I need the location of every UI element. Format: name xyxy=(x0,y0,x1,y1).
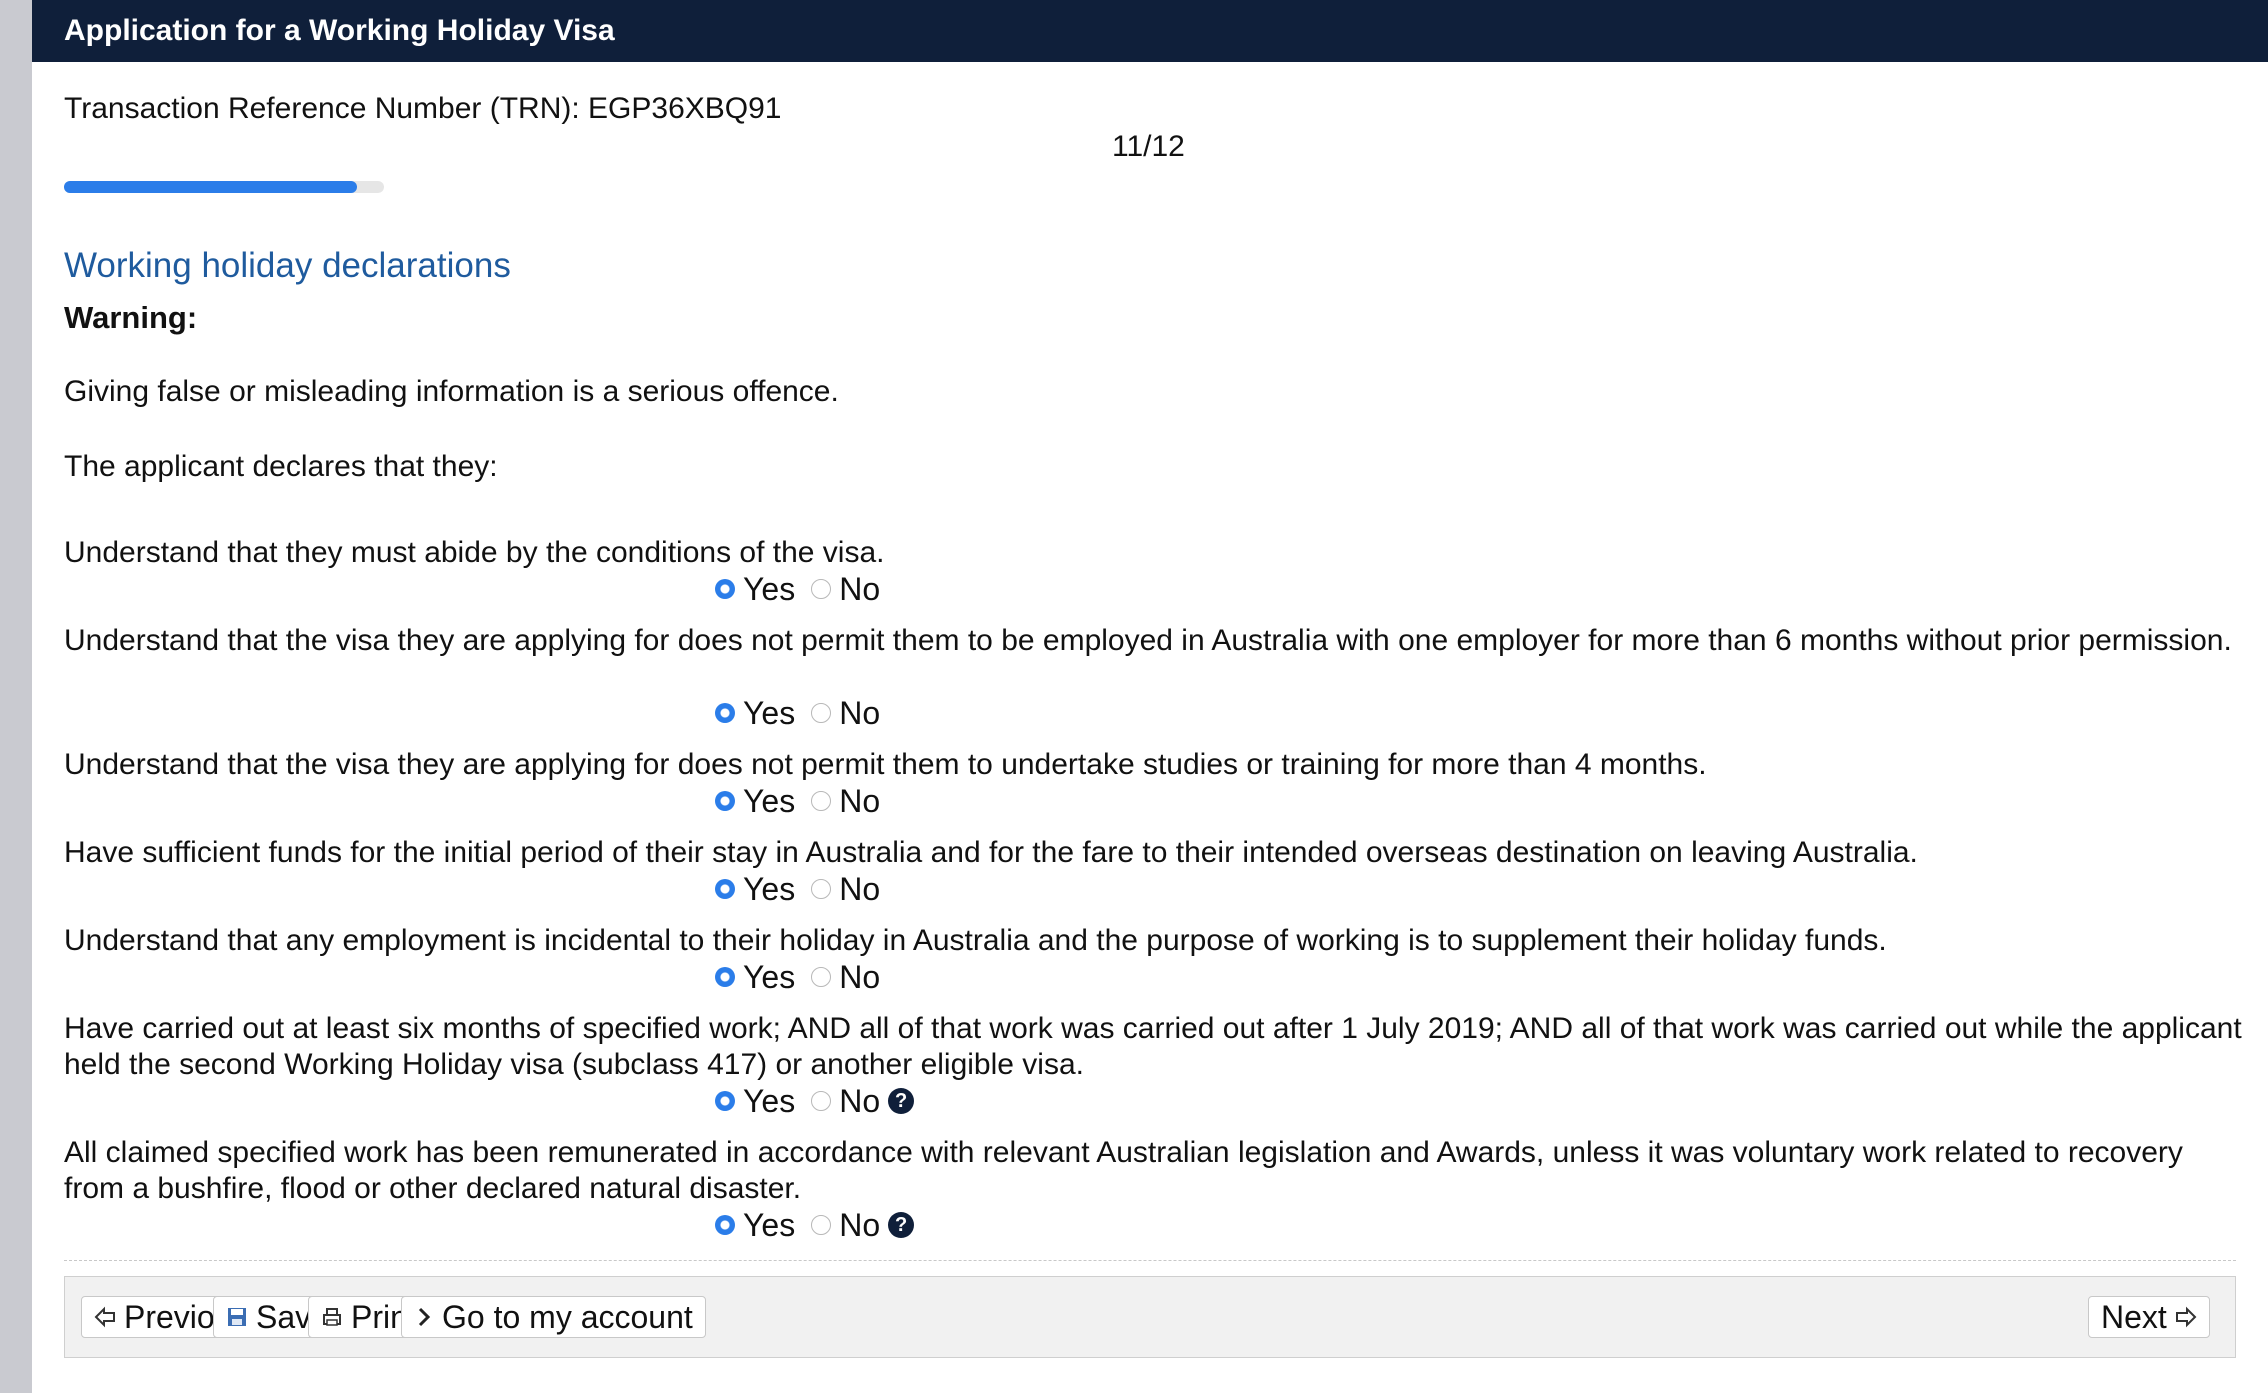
arrow-left-icon xyxy=(94,1306,115,1328)
question-2-answer: Yes No xyxy=(715,695,896,731)
floppy-disk-icon xyxy=(228,1308,246,1326)
warning-label: Warning: xyxy=(64,300,198,335)
section-heading: Working holiday declarations xyxy=(64,246,511,285)
q6-no-radio[interactable] xyxy=(811,1091,832,1111)
declaration-intro: The applicant declares that they: xyxy=(64,450,498,483)
question-7-answer: Yes No ? xyxy=(715,1207,915,1244)
q3-no-radio[interactable] xyxy=(811,791,832,811)
q6-no-option[interactable]: No xyxy=(811,1083,880,1120)
q7-yes-radio[interactable] xyxy=(715,1215,735,1235)
question-1-answer: Yes No xyxy=(715,571,896,607)
q5-no-option[interactable]: No xyxy=(811,959,880,996)
go-to-account-button[interactable]: Go to my account xyxy=(401,1296,706,1338)
progress-bar-fill xyxy=(64,181,358,193)
q6-yes-option[interactable]: Yes xyxy=(715,1083,795,1120)
next-button[interactable]: Next xyxy=(2088,1296,2210,1338)
q4-no-option[interactable]: No xyxy=(811,871,880,908)
question-6-text: Have carried out at least six months of … xyxy=(64,1012,2242,1081)
q2-yes-option[interactable]: Yes xyxy=(715,695,795,732)
q3-yes-option[interactable]: Yes xyxy=(715,783,795,820)
q1-no-radio[interactable] xyxy=(811,579,832,599)
help-question-icon[interactable]: ? xyxy=(888,1212,915,1238)
q1-yes-option[interactable]: Yes xyxy=(715,571,795,608)
q2-yes-radio[interactable] xyxy=(715,703,735,723)
page: Application for a Working Holiday Visa T… xyxy=(32,0,2268,1393)
app-title: Application for a Working Holiday Visa xyxy=(64,14,615,47)
question-4-text: Have sufficient funds for the initial pe… xyxy=(64,836,1918,869)
q2-no-radio[interactable] xyxy=(811,703,832,723)
progress-bar xyxy=(64,181,384,193)
q4-yes-radio[interactable] xyxy=(715,879,735,899)
q3-no-option[interactable]: No xyxy=(811,783,880,820)
q1-no-option[interactable]: No xyxy=(811,571,880,608)
q4-yes-option[interactable]: Yes xyxy=(715,871,795,908)
question-3-text: Understand that the visa they are applyi… xyxy=(64,748,1707,781)
q5-yes-radio[interactable] xyxy=(715,967,735,987)
arrow-right-icon xyxy=(2175,1306,2197,1328)
header-bar: Application for a Working Holiday Visa xyxy=(32,0,2268,62)
question-2-text: Understand that the visa they are applyi… xyxy=(64,624,2232,657)
q4-no-radio[interactable] xyxy=(811,879,832,899)
question-6-answer: Yes No ? xyxy=(715,1083,915,1120)
question-3-answer: Yes No xyxy=(715,783,896,819)
trn-label: Transaction Reference Number (TRN): EGP3… xyxy=(64,92,782,125)
q5-no-radio[interactable] xyxy=(811,967,832,987)
footer-toolbar: Previous Save Print Go to my account Nex… xyxy=(64,1276,2236,1358)
q1-yes-radio[interactable] xyxy=(715,579,735,599)
printer-icon xyxy=(323,1308,341,1326)
q7-no-radio[interactable] xyxy=(811,1215,832,1235)
warning-text: Giving false or misleading information i… xyxy=(64,375,839,408)
question-4-answer: Yes No xyxy=(715,871,896,907)
q6-yes-radio[interactable] xyxy=(715,1091,735,1111)
question-7-text: All claimed specified work has been remu… xyxy=(64,1136,2183,1205)
q7-no-option[interactable]: No xyxy=(811,1207,880,1244)
q5-yes-option[interactable]: Yes xyxy=(715,959,795,996)
help-question-icon[interactable]: ? xyxy=(888,1088,915,1114)
chevron-right-icon xyxy=(418,1307,431,1327)
question-5-answer: Yes No xyxy=(715,959,896,995)
q7-yes-option[interactable]: Yes xyxy=(715,1207,795,1244)
question-5-text: Understand that any employment is incide… xyxy=(64,924,1887,957)
q2-no-option[interactable]: No xyxy=(811,695,880,732)
page-indicator: 11/12 xyxy=(1112,130,1185,163)
divider xyxy=(64,1260,2236,1261)
question-1-text: Understand that they must abide by the c… xyxy=(64,536,885,569)
q3-yes-radio[interactable] xyxy=(715,791,735,811)
